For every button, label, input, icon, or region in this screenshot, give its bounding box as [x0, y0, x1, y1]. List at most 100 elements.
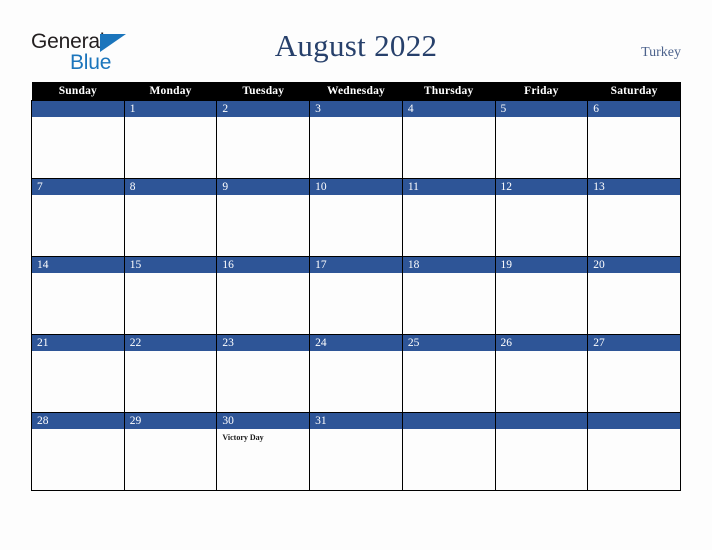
- calendar-day-cell[interactable]: 3: [309, 100, 403, 179]
- calendar-day-cell[interactable]: 9: [216, 178, 311, 257]
- weekday-header-monday: Monday: [124, 82, 217, 101]
- calendar-day-cell[interactable]: 7: [31, 178, 125, 257]
- day-event: [403, 273, 495, 277]
- day-event: [217, 351, 309, 355]
- day-number: 9: [217, 179, 310, 195]
- calendar-day-cell[interactable]: 20: [587, 256, 681, 335]
- weekday-header-tuesday: Tuesday: [216, 82, 310, 101]
- day-event: [125, 429, 217, 433]
- day-number: [495, 413, 588, 429]
- day-event: [403, 351, 495, 355]
- calendar-day-cell[interactable]: 11: [401, 178, 496, 257]
- day-number: 8: [124, 179, 217, 195]
- calendar-day-cell[interactable]: 31: [309, 412, 403, 491]
- calendar-day-cell[interactable]: [587, 412, 681, 491]
- calendar-day-cell[interactable]: [31, 100, 125, 179]
- calendar-day-cell[interactable]: 22: [123, 334, 218, 413]
- day-number: 3: [310, 101, 402, 117]
- day-number: 26: [495, 335, 588, 351]
- day-event: [310, 195, 402, 199]
- weekday-header-row: Sunday Monday Tuesday Wednesday Thursday…: [31, 82, 681, 101]
- day-event: [125, 273, 217, 277]
- weekday-header-wednesday: Wednesday: [309, 82, 403, 101]
- calendar-day-cell[interactable]: 25: [401, 334, 496, 413]
- day-number: 24: [310, 335, 402, 351]
- day-event: [217, 273, 309, 277]
- day-number: [32, 101, 124, 117]
- day-event: [217, 195, 309, 199]
- calendar-day-cell[interactable]: 14: [31, 256, 125, 335]
- day-event: [32, 273, 124, 277]
- calendar-day-cell[interactable]: 21: [31, 334, 125, 413]
- calendar-day-cell[interactable]: 4: [401, 100, 496, 179]
- calendar-day-cell[interactable]: 5: [494, 100, 589, 179]
- day-event: [125, 195, 217, 199]
- calendar-day-cell[interactable]: 1: [123, 100, 218, 179]
- calendar-week-row: 1 2 3 4 5 6: [31, 100, 681, 179]
- day-number: 23: [217, 335, 310, 351]
- calendar-day-cell[interactable]: 26: [494, 334, 589, 413]
- calendar-day-cell[interactable]: 29: [123, 412, 218, 491]
- weekday-header-sunday: Sunday: [31, 82, 125, 101]
- day-number: 12: [495, 179, 588, 195]
- calendar-day-cell[interactable]: 18: [401, 256, 496, 335]
- day-number: 25: [402, 335, 495, 351]
- calendar-day-cell[interactable]: 19: [494, 256, 589, 335]
- day-event: [588, 117, 680, 121]
- day-event: [588, 351, 680, 355]
- calendar-day-cell[interactable]: 15: [123, 256, 218, 335]
- weekday-header-thursday: Thursday: [402, 82, 496, 101]
- day-number: 21: [32, 335, 124, 351]
- calendar-day-cell[interactable]: [494, 412, 589, 491]
- day-number: 16: [217, 257, 310, 273]
- day-number: 2: [217, 101, 310, 117]
- calendar-day-cell[interactable]: 10: [309, 178, 403, 257]
- day-number: 1: [124, 101, 217, 117]
- page-header: General Blue August 2022 Turkey: [0, 0, 712, 80]
- calendar-day-cell[interactable]: 24: [309, 334, 403, 413]
- calendar-day-cell[interactable]: 8: [123, 178, 218, 257]
- day-event: [310, 273, 402, 277]
- day-number: 28: [32, 413, 124, 429]
- day-number: 11: [402, 179, 495, 195]
- calendar-week-row: 28 29 30 Victory Day 31: [31, 412, 681, 491]
- day-event: [588, 429, 680, 433]
- page-title: August 2022: [274, 28, 438, 63]
- day-number: 27: [588, 335, 680, 351]
- day-number: 7: [32, 179, 124, 195]
- day-event: [125, 117, 217, 121]
- day-event: Victory Day: [222, 433, 264, 442]
- calendar-day-cell[interactable]: 28: [31, 412, 125, 491]
- day-event: [403, 195, 495, 199]
- day-event: [310, 429, 402, 433]
- calendar-day-cell[interactable]: 30 Victory Day: [216, 412, 311, 491]
- day-event: [496, 117, 588, 121]
- day-number: 22: [124, 335, 217, 351]
- calendar-day-cell[interactable]: 2: [216, 100, 311, 179]
- calendar-day-cell[interactable]: 17: [309, 256, 403, 335]
- day-number: 20: [588, 257, 680, 273]
- calendar-day-cell[interactable]: 6: [587, 100, 681, 179]
- day-event: [310, 117, 402, 121]
- day-number: 6: [588, 101, 680, 117]
- day-event: [32, 429, 124, 433]
- day-number: 19: [495, 257, 588, 273]
- day-event: [496, 351, 588, 355]
- day-number: 13: [588, 179, 680, 195]
- calendar-day-cell[interactable]: 12: [494, 178, 589, 257]
- day-event: [496, 429, 588, 433]
- calendar-week-row: 7 8 9 10 11 12 13: [31, 178, 681, 257]
- calendar-day-cell[interactable]: 13: [587, 178, 681, 257]
- day-event: [32, 195, 124, 199]
- calendar-day-cell[interactable]: 27: [587, 334, 681, 413]
- calendar-day-cell[interactable]: [401, 412, 496, 491]
- day-event: [32, 117, 124, 121]
- calendar-week-row: 21 22 23 24 25 26 27: [31, 334, 681, 413]
- calendar-day-cell[interactable]: 23: [216, 334, 311, 413]
- day-number: 29: [124, 413, 217, 429]
- day-event: [588, 195, 680, 199]
- day-event: [310, 351, 402, 355]
- calendar-day-cell[interactable]: 16: [216, 256, 311, 335]
- country-label: Turkey: [641, 45, 681, 60]
- day-number: 4: [402, 101, 495, 117]
